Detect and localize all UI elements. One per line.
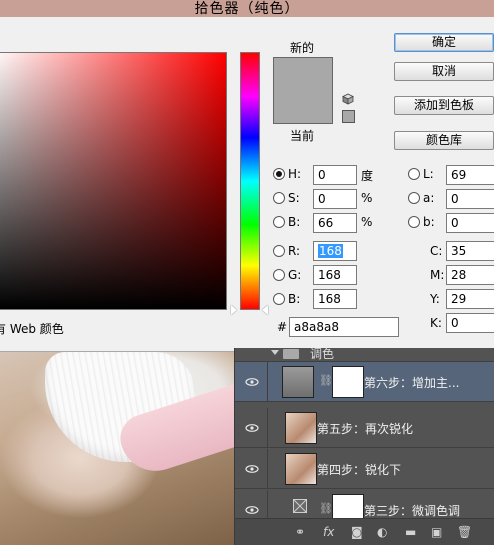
label-r: R:: [288, 244, 301, 258]
b-input[interactable]: 66: [313, 213, 357, 233]
radio-b[interactable]: [273, 216, 285, 228]
web-safe-swatch[interactable]: [342, 110, 355, 123]
hex-label: #: [277, 320, 288, 334]
layer-row[interactable]: ⛓ 第六步：增加主...: [235, 362, 494, 402]
label-y: Y:: [430, 292, 440, 306]
title-bar[interactable]: 拾色器（纯色）: [0, 0, 494, 17]
image-thumbnail: [285, 453, 317, 485]
layer-name: 第四步：锐化下: [317, 463, 402, 477]
cube-icon[interactable]: [342, 93, 354, 105]
r-value: 168: [318, 244, 343, 258]
folder-icon[interactable]: ▬: [405, 525, 416, 539]
b-unit: %: [361, 215, 373, 229]
color-libraries-button[interactable]: 颜色库: [394, 131, 494, 150]
layer-name: 第六步：增加主...: [364, 376, 460, 390]
eye-icon[interactable]: [245, 424, 259, 432]
h-unit: 度: [361, 169, 374, 183]
ok-button[interactable]: 确定: [394, 33, 494, 52]
label-m: M:: [430, 268, 445, 282]
new-color-label: 新的: [290, 41, 315, 55]
label-a: a:: [423, 191, 435, 205]
slider-right-arrow[interactable]: [262, 305, 268, 315]
m-input[interactable]: 28: [446, 265, 494, 285]
color-preview-swatch: [273, 57, 333, 124]
trash-icon[interactable]: 🗑: [457, 525, 472, 539]
radio-a[interactable]: [408, 192, 420, 204]
radio-h[interactable]: [273, 168, 285, 180]
s-unit: %: [361, 191, 373, 205]
y-input[interactable]: 29: [446, 289, 494, 309]
add-to-swatches-button[interactable]: 添加到色板: [394, 96, 494, 115]
radio-l[interactable]: [408, 168, 420, 180]
radio-lab-b[interactable]: [408, 216, 420, 228]
mask-thumbnail: [332, 366, 364, 398]
eye-icon[interactable]: [245, 378, 259, 386]
mask-icon[interactable]: ◙: [351, 525, 363, 539]
layer-group-row[interactable]: 调色: [235, 347, 494, 362]
s-input[interactable]: 0: [313, 189, 357, 209]
radio-g[interactable]: [273, 269, 285, 281]
label-k: K:: [430, 316, 442, 330]
expand-toggle-icon[interactable]: [271, 350, 279, 355]
label-blue: B:: [288, 292, 301, 306]
slider-left-arrow[interactable]: [231, 305, 237, 315]
lab-b-input[interactable]: 0: [446, 213, 494, 233]
cancel-button[interactable]: 取消: [394, 62, 494, 81]
layer-row[interactable]: 第五步：再次锐化: [235, 408, 494, 448]
g-input[interactable]: 168: [313, 265, 357, 285]
color-picker-dialog: 拾色器（纯色） 新的 当前 确定 取消 添加到色板 颜色库 H: 0 度 S: …: [0, 0, 494, 352]
adjustment-thumbnail: [282, 366, 314, 398]
dialog-title: 拾色器（纯色）: [194, 1, 300, 17]
chain-icon[interactable]: ⛓: [319, 502, 333, 515]
radio-r[interactable]: [273, 245, 285, 257]
label-s: S:: [288, 191, 300, 205]
group-name: 调色: [310, 347, 335, 361]
l-input[interactable]: 69: [446, 165, 494, 185]
hex-input[interactable]: a8a8a8: [289, 317, 399, 337]
chain-icon[interactable]: ⛓: [319, 374, 333, 387]
new-layer-icon[interactable]: ▣: [431, 525, 442, 539]
label-g: G:: [288, 268, 302, 282]
eye-icon[interactable]: [245, 465, 259, 473]
radio-s[interactable]: [273, 192, 285, 204]
link-icon[interactable]: ⚭: [295, 525, 305, 539]
current-color-label: 当前: [290, 129, 315, 143]
c-input[interactable]: 35: [446, 241, 494, 261]
label-l: L:: [423, 167, 434, 181]
eye-icon[interactable]: [245, 506, 259, 514]
radio-blue[interactable]: [273, 293, 285, 305]
a-input[interactable]: 0: [446, 189, 494, 209]
color-field[interactable]: [0, 52, 227, 310]
layer-name: 第三步：微调色调: [364, 504, 461, 518]
h-input[interactable]: 0: [313, 165, 357, 185]
k-input[interactable]: 0: [446, 313, 494, 333]
layers-footer: ⚭ fx ◙ ◐ ▬ ▣ 🗑: [235, 518, 494, 545]
fx-icon[interactable]: fx: [323, 525, 334, 539]
label-b: B:: [288, 215, 301, 229]
label-c: C:: [430, 244, 443, 258]
r-input[interactable]: 168: [313, 241, 357, 261]
blue-input[interactable]: 168: [313, 289, 357, 309]
label-lab-b: b:: [423, 215, 435, 229]
folder-icon: [283, 349, 299, 359]
adjustment-icon[interactable]: ◐: [377, 525, 387, 539]
label-h: H:: [288, 167, 302, 181]
adjustment-icon: [293, 499, 307, 513]
layers-panel: 调色 ⛓ 第六步：增加主... 第五步：再次锐化 第四步：锐化下 ⛓ 第三步：微…: [234, 347, 494, 545]
layer-row[interactable]: 第四步：锐化下: [235, 449, 494, 489]
image-thumbnail: [285, 412, 317, 444]
hue-slider[interactable]: [240, 52, 260, 310]
layer-name: 第五步：再次锐化: [317, 422, 414, 436]
only-web-colors-label[interactable]: 有 Web 颜色: [0, 320, 64, 337]
